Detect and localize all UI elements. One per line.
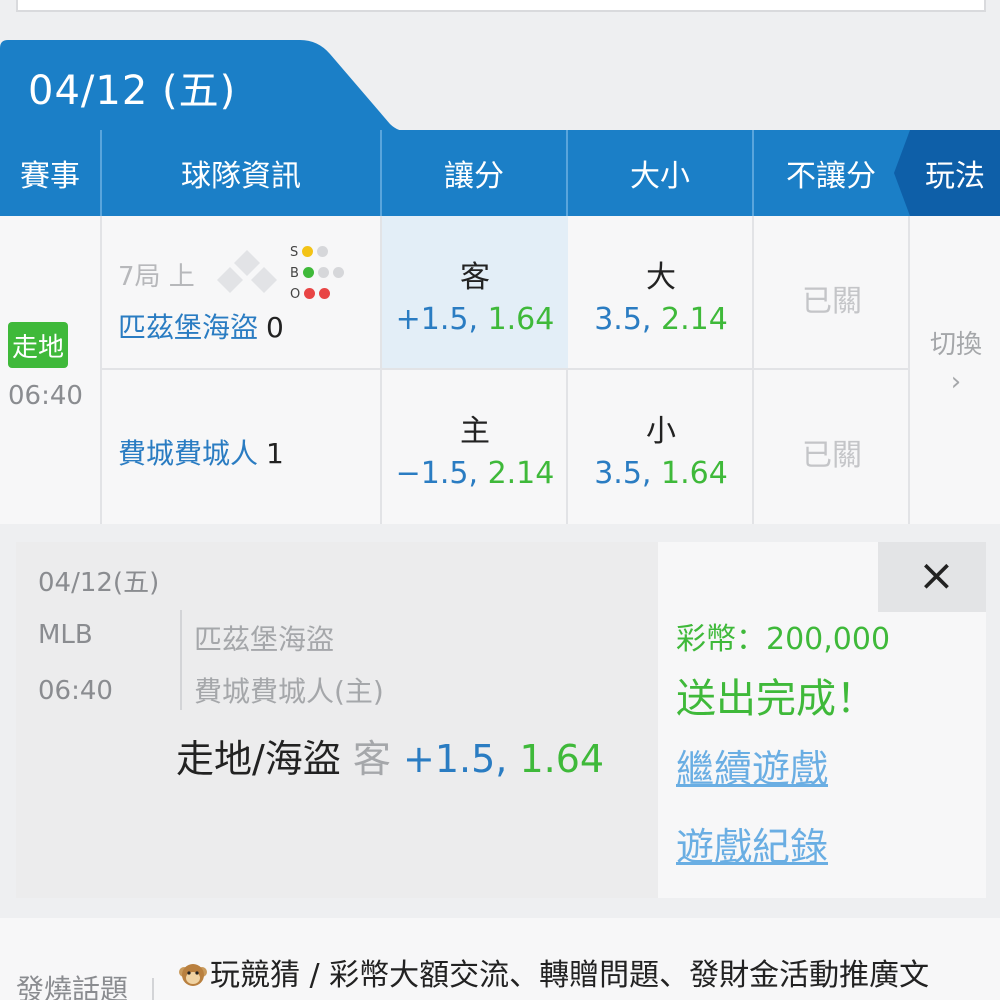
moneyline-home-closed: 已關 — [802, 438, 862, 473]
close-icon[interactable]: × — [918, 550, 955, 601]
hot-topic-link[interactable]: 玩競猜 / 彩幣大額交流、轉贈問題、發財金活動推廣文 — [178, 950, 978, 994]
bet-date: 04/12(五) — [38, 568, 160, 598]
sbo-indicator: S B O — [290, 242, 344, 305]
continue-game-link[interactable]: 繼續遊戲 — [676, 738, 828, 793]
top-card-edge — [16, 0, 986, 12]
header-spread: 讓分 — [444, 159, 504, 194]
away-team[interactable]: 匹茲堡海盜 0 — [118, 306, 284, 346]
monkey-icon — [179, 964, 207, 986]
switch-label: 切換 — [929, 330, 982, 360]
bet-home-team: 費城費城人(主) — [194, 675, 384, 708]
coin-balance: 彩幣：200,000 — [676, 622, 891, 657]
home-team[interactable]: 費城費城人 1 — [118, 432, 284, 472]
total-under-cell[interactable]: 小 3.5, 1.64 — [568, 370, 754, 522]
hot-topics-label: 發燒話題 — [16, 973, 129, 1000]
date-label: 04/12 (五) — [28, 68, 237, 114]
away-team-name: 匹茲堡海盜 — [118, 311, 259, 344]
bases-diamond-icon — [217, 250, 277, 293]
home-score: 1 — [266, 437, 284, 470]
chevron-right-icon: › — [950, 367, 962, 397]
live-badge: 走地 — [8, 322, 68, 368]
spread-away-cell[interactable]: 客 +1.5, 1.64 — [382, 216, 568, 368]
match-time: 06:40 — [8, 381, 83, 411]
bet-away-team: 匹茲堡海盜 — [194, 623, 335, 656]
inning-label: 7局 上 — [118, 262, 195, 292]
home-team-name: 費城費城人 — [118, 437, 259, 470]
header-moneyline: 不讓分 — [786, 159, 876, 194]
spread-home-cell[interactable]: 主 −1.5, 2.14 — [382, 370, 568, 522]
game-history-link[interactable]: 遊戲紀錄 — [676, 816, 828, 871]
bet-league: MLB — [38, 620, 93, 650]
bet-summary: 走地/海盜 客 +1.5, 1.64 — [176, 737, 605, 781]
header-team: 球隊資訊 — [181, 159, 301, 194]
bet-time: 06:40 — [38, 676, 113, 706]
play-tab-arrow — [894, 130, 910, 216]
date-tab: 04/12 (五) — [0, 40, 1000, 132]
switch-button[interactable]: 切換 › — [912, 324, 1000, 397]
total-over-cell[interactable]: 大 3.5, 2.14 — [568, 216, 754, 368]
header-event: 賽事 — [20, 159, 80, 194]
bet-divider — [180, 610, 182, 710]
play-type-tab[interactable]: 玩法 — [910, 130, 1000, 216]
header-total: 大小 — [630, 159, 690, 194]
away-score: 0 — [266, 311, 284, 344]
moneyline-away-closed: 已關 — [802, 284, 862, 319]
match-table: 走地 06:40 7局 上 S B O 匹茲堡海盜 0 費城費城人 1 客 +1.5… — [0, 216, 1000, 524]
submit-success-message: 送出完成！ — [676, 676, 876, 722]
hot-topics-divider — [152, 978, 154, 1000]
table-header: 賽事 球隊資訊 讓分 大小 不讓分 玩法 — [0, 130, 1000, 216]
